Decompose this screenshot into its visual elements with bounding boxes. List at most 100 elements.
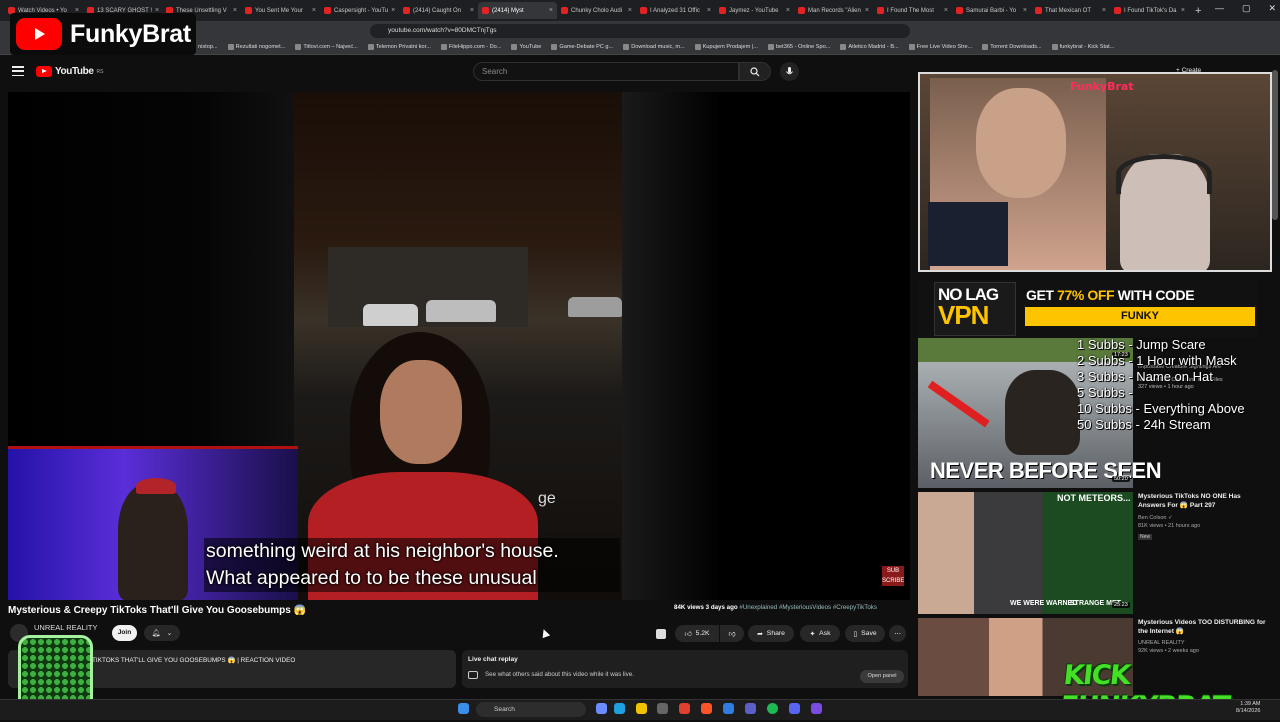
tab-close-icon[interactable]: × — [628, 7, 632, 14]
video-player[interactable]: ge something weird at his neighbor's hou… — [8, 92, 910, 600]
tab-close-icon[interactable]: × — [1023, 7, 1027, 14]
tab-close-icon[interactable]: × — [470, 7, 474, 14]
browser-tab[interactable]: (2414) Caught On × — [399, 2, 478, 19]
youtube-logo[interactable]: YouTube RS — [36, 66, 103, 77]
like-count: 5.2K — [695, 630, 710, 637]
video-tags[interactable]: #Unexplained #MysteriousVideos #CreepyTi… — [739, 604, 877, 611]
share-button[interactable]: ➦ Share — [748, 625, 794, 642]
ask-button[interactable]: ✦ Ask — [800, 625, 840, 642]
app-icon[interactable] — [723, 703, 734, 714]
bookmark-favicon-icon — [511, 44, 518, 50]
hamburger-menu-icon[interactable] — [12, 66, 24, 76]
browser-tab[interactable]: Caspersight - YouTu × — [320, 2, 399, 19]
bookmark-label: Titlovi.com – Najveć... — [303, 44, 358, 50]
bookmark-item[interactable]: Rezultati nogomet... — [227, 44, 285, 50]
teams-icon[interactable] — [745, 703, 756, 714]
bell-icon: 🔔︎ — [151, 630, 161, 637]
thumbs-down-icon: 👎︎ — [728, 630, 736, 638]
browser-tab[interactable]: That Mexican OT × — [1031, 2, 1110, 19]
browser-tab[interactable]: Samurai Barbi - Yo × — [952, 2, 1031, 19]
edge-icon[interactable] — [614, 703, 625, 714]
tab-close-icon[interactable]: × — [391, 7, 395, 14]
monitor — [928, 202, 1008, 266]
tab-close-icon[interactable]: × — [233, 7, 237, 14]
video-stats: 92K views • 2 weeks ago — [1138, 648, 1199, 654]
bookmark-item[interactable]: Kupujem Prodajem |... — [694, 44, 758, 50]
bookmark-item[interactable]: Titlovi.com – Najveć... — [295, 44, 358, 50]
new-tab-button[interactable]: + — [1189, 5, 1207, 17]
chrome-icon[interactable] — [679, 703, 690, 714]
subscribe-bell-button[interactable]: 🔔︎ ⌄ — [144, 625, 180, 641]
bookmark-item[interactable]: FileHippo.com - Do... — [440, 44, 501, 50]
tab-favicon-icon — [561, 7, 568, 14]
browser-tab[interactable]: Man Records "Alien × — [794, 2, 873, 19]
extension-icon[interactable] — [656, 629, 666, 639]
taskbar-search[interactable]: Search — [476, 702, 586, 717]
tab-close-icon[interactable]: × — [1181, 7, 1185, 14]
channel-name[interactable]: Ben Colson ✓ — [1138, 514, 1200, 522]
close-icon[interactable]: ✕ — [1268, 3, 1276, 14]
more-actions-button[interactable]: ⋯ — [889, 625, 906, 642]
bookmark-item[interactable]: YouTube — [511, 44, 541, 50]
browser-tab[interactable]: Jaymez - YouTube × — [715, 2, 794, 19]
offer-prefix: GET — [1026, 287, 1058, 303]
minimize-icon[interactable]: — — [1215, 3, 1224, 14]
bookmark-item[interactable]: Free Live Video Stre... — [908, 44, 972, 50]
recommended-title[interactable]: Mysterious Videos TOO DISTURBING for the… — [1138, 618, 1268, 636]
open-panel-button[interactable]: Open panel — [860, 670, 904, 683]
recommended-thumbnail[interactable] — [918, 492, 1133, 614]
tab-close-icon[interactable]: × — [1102, 7, 1106, 14]
bookmark-favicon-icon — [1051, 44, 1058, 50]
page-scrollbar[interactable] — [1272, 70, 1278, 220]
browser-tab[interactable]: Chunky Cholo Audi × — [557, 2, 636, 19]
tab-close-icon[interactable]: × — [707, 7, 711, 14]
like-button[interactable]: 👍︎ 5.2K — [675, 625, 719, 642]
bookmark-item[interactable]: funkybrat - Kick Stat... — [1051, 44, 1114, 50]
voice-search-button[interactable] — [780, 62, 799, 81]
creature-image — [1005, 370, 1080, 455]
browser-tab[interactable]: I Found The Most × — [873, 2, 952, 19]
goal-line: 1 Subbs - Jump Scare — [1077, 337, 1206, 352]
tab-favicon-icon — [719, 7, 726, 14]
url-field[interactable]: youtube.com/watch?v=80DMCTnjTgs — [370, 24, 910, 38]
store-icon[interactable] — [657, 703, 668, 714]
channel-name[interactable]: UNREAL REALITY — [34, 623, 98, 632]
bookmark-item[interactable]: bet365 - Online Spo... — [767, 44, 830, 50]
browser-tab[interactable]: I Analyzed 31 Offic × — [636, 2, 715, 19]
channel-name[interactable]: UNREAL REALITY — [1138, 639, 1199, 647]
bookmark-item[interactable]: Game-Debate PC g... — [551, 44, 613, 50]
bookmark-item[interactable]: Atletico Madrid - B... — [840, 44, 899, 50]
app-icon[interactable] — [811, 703, 822, 714]
search-button[interactable] — [739, 62, 771, 81]
tab-close-icon[interactable]: × — [944, 7, 948, 14]
recommended-title[interactable]: Mysterious TikToks NO ONE Has Answers Fo… — [1138, 492, 1268, 510]
save-button[interactable]: ▯ Save — [845, 625, 885, 642]
subscribe-watermark-icon[interactable]: SUB SCRIBE — [882, 566, 904, 586]
start-icon[interactable] — [458, 703, 469, 714]
bookmark-item[interactable]: Torrent Downloads... — [982, 44, 1042, 50]
streamer-brand-overlay: FunkyBrat — [10, 13, 196, 55]
tab-close-icon[interactable]: × — [312, 7, 316, 14]
browser-tab[interactable]: I Found TikTok's Da × — [1110, 2, 1189, 19]
maximize-icon[interactable]: ▢ — [1242, 3, 1251, 14]
youtube-logo-text: YouTube — [55, 66, 94, 77]
dislike-button[interactable]: 👎︎ — [720, 625, 744, 642]
copilot-icon[interactable] — [596, 703, 607, 714]
brave-icon[interactable] — [701, 703, 712, 714]
search-input[interactable]: Search — [473, 62, 739, 81]
tab-close-icon[interactable]: × — [786, 7, 790, 14]
ask-label: Ask — [819, 630, 831, 637]
discord-icon[interactable] — [789, 703, 800, 714]
vpn-code: FUNKY — [1025, 307, 1255, 326]
browser-tab[interactable]: (2414) Myst × — [478, 2, 557, 19]
folder-icon[interactable] — [636, 703, 647, 714]
tab-close-icon[interactable]: × — [549, 7, 553, 14]
join-button[interactable]: Join — [112, 625, 137, 641]
bookmark-item[interactable]: Telemon Privatni kor... — [367, 44, 431, 50]
tab-close-icon[interactable]: × — [865, 7, 869, 14]
browser-tab[interactable]: You Sent Me Your × — [241, 2, 320, 19]
bookmark-item[interactable]: Download music, m... — [623, 44, 685, 50]
spotify-icon[interactable] — [767, 703, 778, 714]
chat-replay-title: Live chat replay — [468, 656, 518, 663]
bookmark-favicon-icon — [840, 44, 847, 50]
